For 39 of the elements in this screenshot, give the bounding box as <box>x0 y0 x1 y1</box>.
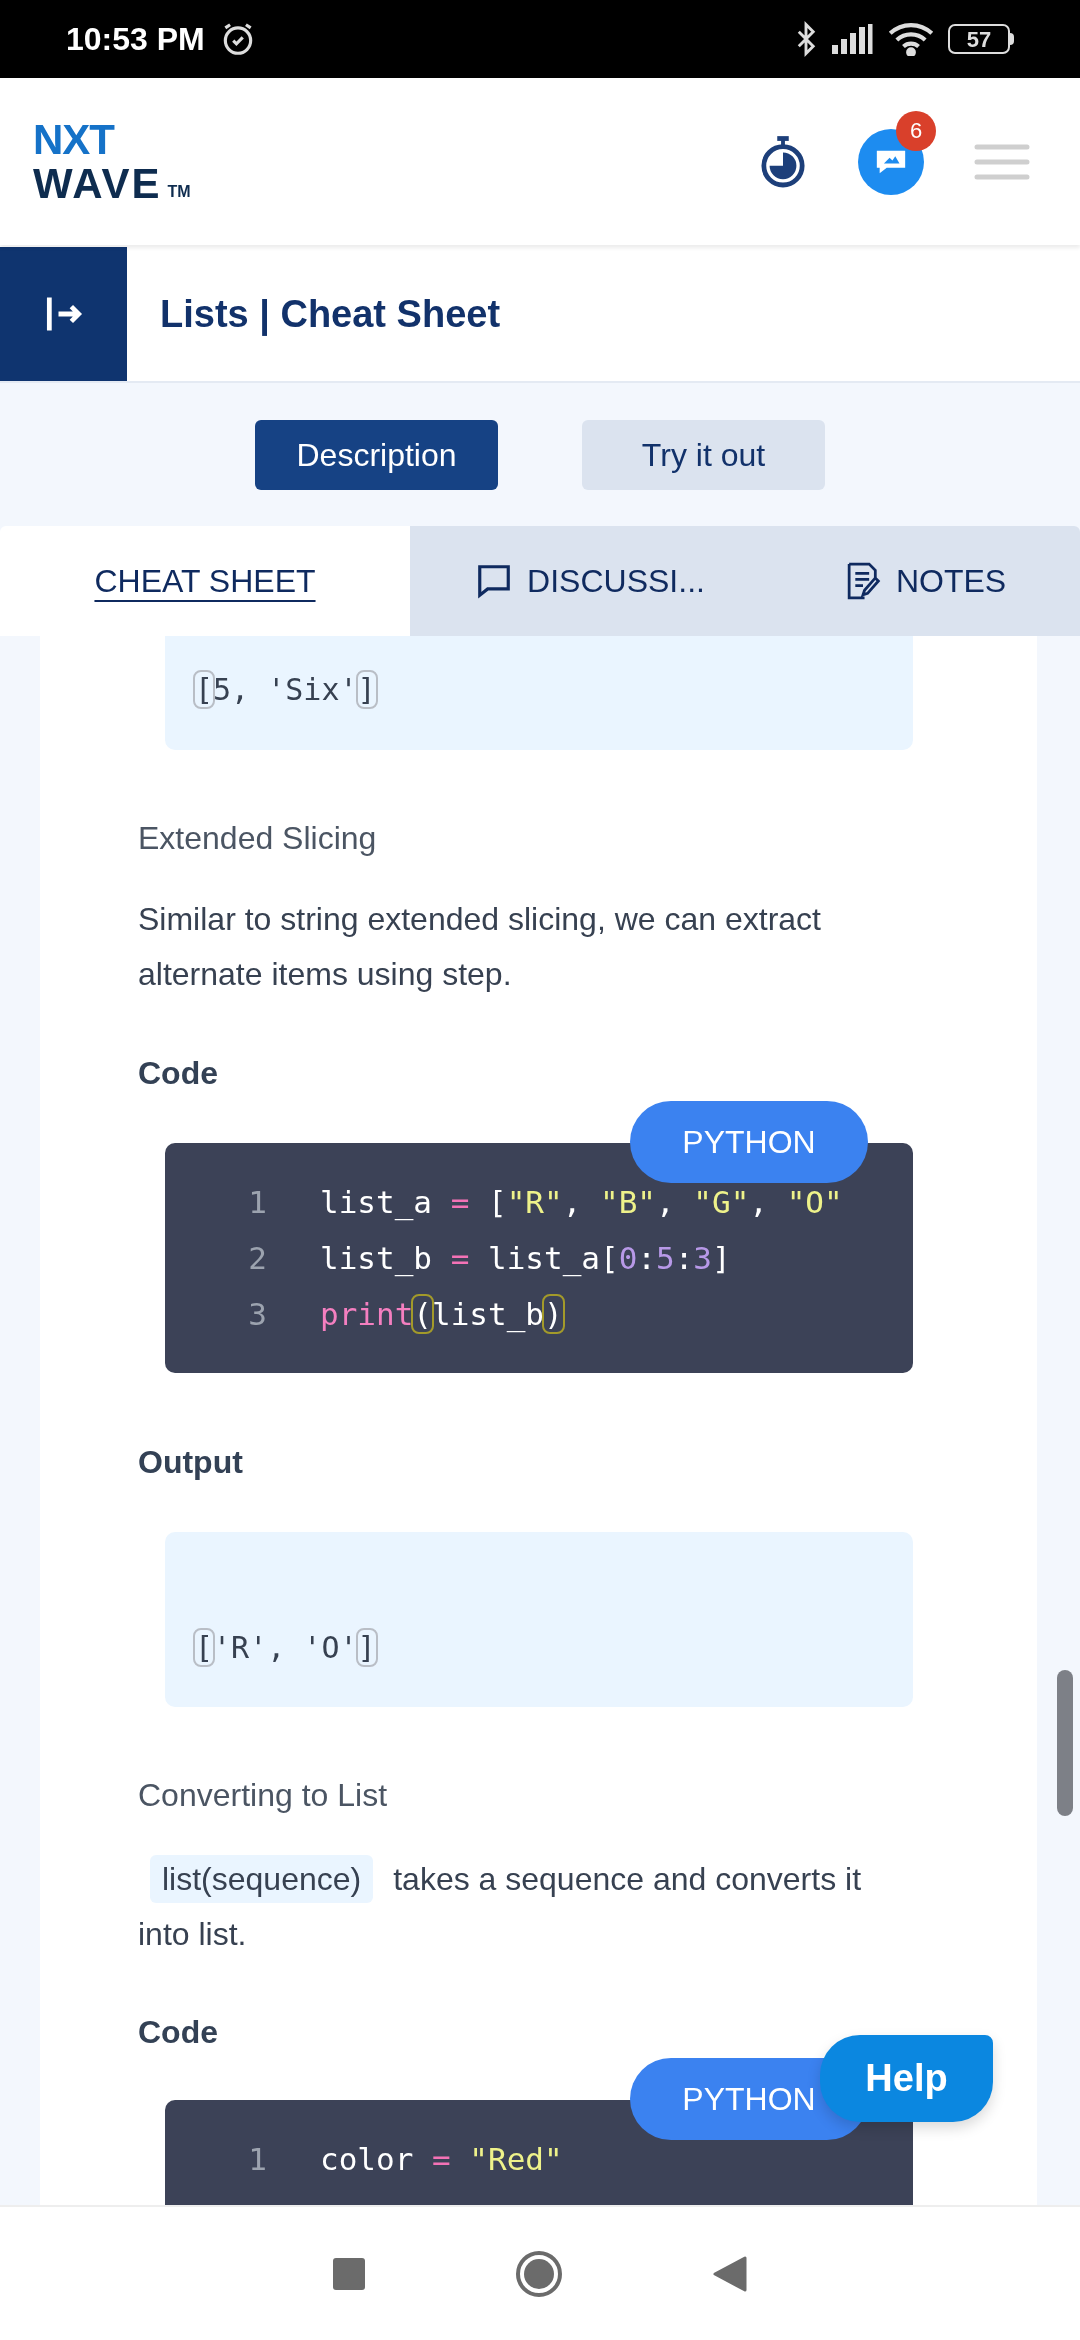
tab[interactable]: CHEAT SHEET <box>0 526 410 636</box>
code-label: Code <box>138 1054 218 1093</box>
logo-text: NXT <box>33 117 116 162</box>
code-label: Output <box>138 1443 243 1482</box>
view-toggle-button[interactable]: Try it out <box>582 419 825 490</box>
view-toggle-button[interactable]: Description <box>255 419 498 490</box>
output-line: [5, 'Six'] <box>195 671 377 709</box>
tab[interactable]: DISCUSSI... <box>410 526 770 636</box>
output-line: ['R', 'O'] <box>195 1629 377 1667</box>
language-badge: PYTHON <box>630 1101 868 1183</box>
recent-apps-button[interactable] <box>333 2257 365 2290</box>
section-heading: Converting to List <box>138 1776 387 1815</box>
wifi-icon <box>888 22 934 56</box>
trademark-mark: TM <box>167 181 191 202</box>
back-button[interactable] <box>713 2255 747 2292</box>
code-line: color = "Red" <box>320 2140 563 2179</box>
paragraph: list(sequence) takes a sequence and converts it into list. <box>138 1852 898 1962</box>
sidebar-toggle-button[interactable] <box>0 247 127 381</box>
home-button[interactable] <box>515 2249 563 2298</box>
logo-text: WAVE <box>33 161 162 206</box>
line-number: 2 <box>247 1239 267 1278</box>
paragraph: Similar to string extended slicing, we can extract alternate items using step. <box>138 900 822 994</box>
stopwatch-icon[interactable] <box>760 135 806 188</box>
inline-code: list(sequence) <box>150 1855 374 1903</box>
code-line: list_a = ["R", "B", "G", "O" <box>320 1183 843 1223</box>
code-line: list_b = list_a[0:5:3] <box>320 1239 731 1279</box>
signal-icon <box>832 23 874 55</box>
line-number: 1 <box>247 2140 267 2179</box>
tab[interactable]: NOTES <box>770 526 1080 636</box>
line-number: 3 <box>247 1295 267 1334</box>
code-label: Code <box>138 2013 218 2052</box>
page-title: Lists | Cheat Sheet <box>160 291 501 338</box>
help-button[interactable]: Help <box>820 2035 993 2122</box>
line-number: 1 <box>247 1183 267 1222</box>
notification-badge: 6 <box>896 110 936 151</box>
section-heading: Extended Slicing <box>138 819 377 858</box>
code-line: print(list_b) <box>320 1295 563 1335</box>
battery-indicator: 57 <box>948 24 1010 54</box>
clock-time: 10:53 PM <box>66 20 205 59</box>
